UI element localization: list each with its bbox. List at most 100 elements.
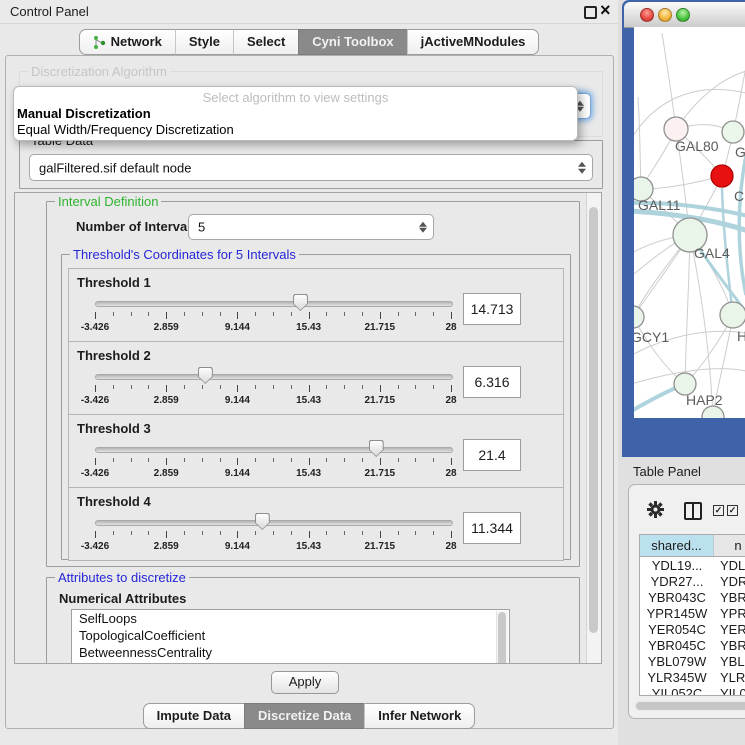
network-window-titlebar — [624, 2, 745, 28]
table-row[interactable]: YBL079WYBL0 — [640, 653, 745, 669]
tab-jactivemnodules[interactable]: jActiveMNodules — [407, 29, 540, 55]
cell-shared-name[interactable]: YER054C — [640, 621, 714, 637]
threshold-value-field[interactable]: 14.713 — [463, 293, 521, 325]
slider-tick — [255, 531, 256, 535]
slider-track[interactable] — [95, 301, 453, 307]
slider-tick — [291, 312, 292, 316]
slider-tick — [131, 385, 132, 389]
tab-cyni-toolbox[interactable]: Cyni Toolbox — [298, 29, 406, 55]
attribute-item-topologicalcoefficient[interactable]: TopologicalCoefficient — [72, 627, 509, 644]
checkbox-icon[interactable] — [713, 505, 724, 516]
cell-name[interactable]: YBL0 — [714, 653, 745, 669]
column-layout-icon[interactable] — [684, 502, 702, 520]
cell-name[interactable]: YDR2 — [714, 573, 745, 589]
slider-tick — [309, 312, 310, 319]
cell-shared-name[interactable]: YBL079W — [640, 653, 714, 669]
threshold-value-field[interactable]: 6.316 — [463, 366, 521, 398]
table-row[interactable]: YLR345WYLR3 — [640, 669, 745, 685]
cell-name[interactable]: YBR0 — [714, 637, 745, 653]
tab-discretize-data[interactable]: Discretize Data — [244, 703, 364, 729]
cell-name[interactable]: YLR3 — [714, 669, 745, 685]
close-traffic-light-icon[interactable] — [640, 8, 654, 22]
slider-tick-label: 28 — [445, 395, 456, 406]
table-row[interactable]: YDR27...YDR2 — [640, 573, 745, 589]
scrollbar-thumb[interactable] — [589, 207, 598, 633]
slider-tick-label: 9.144 — [225, 395, 250, 406]
cell-name[interactable]: YPR1 — [714, 605, 745, 621]
scrollbar-thumb[interactable] — [636, 702, 745, 710]
cell-shared-name[interactable]: YPR145W — [640, 605, 714, 621]
slider-tick — [433, 531, 434, 535]
cell-shared-name[interactable]: YDL19... — [640, 557, 714, 573]
number-of-intervals-combobox[interactable]: 5 — [188, 214, 434, 240]
threshold-row: Threshold 4-3.4262.8599.14415.4321.71528… — [68, 487, 564, 561]
network-node-label: H — [737, 328, 745, 344]
slider-tick-label: 28 — [445, 541, 456, 552]
cell-shared-name[interactable]: YLR345W — [640, 669, 714, 685]
slider-tick — [362, 531, 363, 535]
table-row[interactable]: YER054CYER0 — [640, 621, 745, 637]
slider-tick — [326, 312, 327, 316]
attribute-item-selfloops[interactable]: SelfLoops — [72, 610, 509, 627]
discretization-algorithm-group-title: Discretization Algorithm — [28, 64, 170, 79]
algorithm-option-equal-width-frequency-discretization[interactable]: Equal Width/Frequency Discretization — [17, 122, 234, 137]
scrollbar-thumb[interactable] — [498, 612, 506, 664]
slider-tick — [273, 458, 274, 462]
close-icon[interactable]: × — [600, 0, 611, 21]
gear-icon[interactable] — [647, 501, 664, 518]
slider-tick — [131, 531, 132, 535]
column-header-n[interactable]: n — [714, 535, 745, 556]
cell-name[interactable]: YER0 — [714, 621, 745, 637]
tab-style[interactable]: Style — [175, 29, 233, 55]
cell-shared-name[interactable]: YBR045C — [640, 637, 714, 653]
cell-shared-name[interactable]: YDR27... — [640, 573, 714, 589]
tab-network[interactable]: Network — [79, 29, 175, 55]
table-data-combobox[interactable]: galFiltered.sif default node — [29, 154, 593, 181]
numerical-attributes-list: SelfLoopsTopologicalCoefficientBetweenne… — [71, 609, 510, 664]
minimize-traffic-light-icon[interactable] — [658, 8, 672, 22]
cell-name[interactable]: YDL1 — [714, 557, 745, 573]
slider-track[interactable] — [95, 374, 453, 380]
horizontal-scrollbar[interactable] — [634, 700, 745, 711]
vertical-scrollbar[interactable] — [586, 193, 601, 663]
table-row[interactable]: YBR045CYBR0 — [640, 637, 745, 653]
slider-track[interactable] — [95, 447, 453, 453]
table-row[interactable]: YDL19...YDL1 — [640, 557, 745, 573]
cell-name[interactable]: YIL0 — [714, 685, 745, 696]
checkbox-icon[interactable] — [727, 505, 738, 516]
network-node-c[interactable] — [711, 165, 733, 187]
apply-button[interactable]: Apply — [271, 671, 339, 694]
slider-tick — [148, 312, 149, 316]
slider-tick — [291, 531, 292, 535]
attribute-item-betweennesscentrality[interactable]: BetweennessCentrality — [72, 644, 509, 661]
tab-infer-network[interactable]: Infer Network — [364, 703, 475, 729]
zoom-traffic-light-icon[interactable] — [676, 8, 690, 22]
tab-impute-data[interactable]: Impute Data — [143, 703, 244, 729]
network-node-gcy1[interactable] — [634, 306, 644, 328]
network-node-label: GA — [735, 144, 745, 160]
threshold-value-field[interactable]: 21.4 — [463, 439, 521, 471]
table-row[interactable]: YIL052CYIL0 — [640, 685, 745, 696]
column-header-shared[interactable]: shared... — [640, 535, 714, 556]
threshold-value-field[interactable]: 11.344 — [463, 512, 521, 544]
cell-shared-name[interactable]: YBR043C — [640, 589, 714, 605]
slider-handle[interactable] — [255, 513, 270, 530]
table-row[interactable]: YBR043CYBR0 — [640, 589, 745, 605]
slider-tick — [380, 385, 381, 392]
cell-shared-name[interactable]: YIL052C — [640, 685, 714, 696]
attributes-list-scrollbar[interactable] — [496, 611, 508, 664]
tab-select[interactable]: Select — [233, 29, 298, 55]
cell-name[interactable]: YBR0 — [714, 589, 745, 605]
network-node-ga[interactable] — [722, 121, 744, 143]
slider-handle[interactable] — [293, 294, 308, 311]
slider-handle[interactable] — [198, 367, 213, 384]
slider-handle[interactable] — [369, 440, 384, 457]
network-node-h[interactable] — [720, 302, 745, 328]
slider-tick — [451, 385, 452, 392]
slider-track[interactable] — [95, 520, 453, 526]
network-canvas[interactable]: GAL80GACGAL11GAL4GCY1HHAP2 — [634, 27, 745, 418]
table-row[interactable]: YPR145WYPR1 — [640, 605, 745, 621]
algorithm-option-manual-discretization[interactable]: Manual Discretization — [17, 106, 151, 121]
float-window-icon[interactable] — [584, 6, 597, 19]
slider-tick — [398, 458, 399, 462]
